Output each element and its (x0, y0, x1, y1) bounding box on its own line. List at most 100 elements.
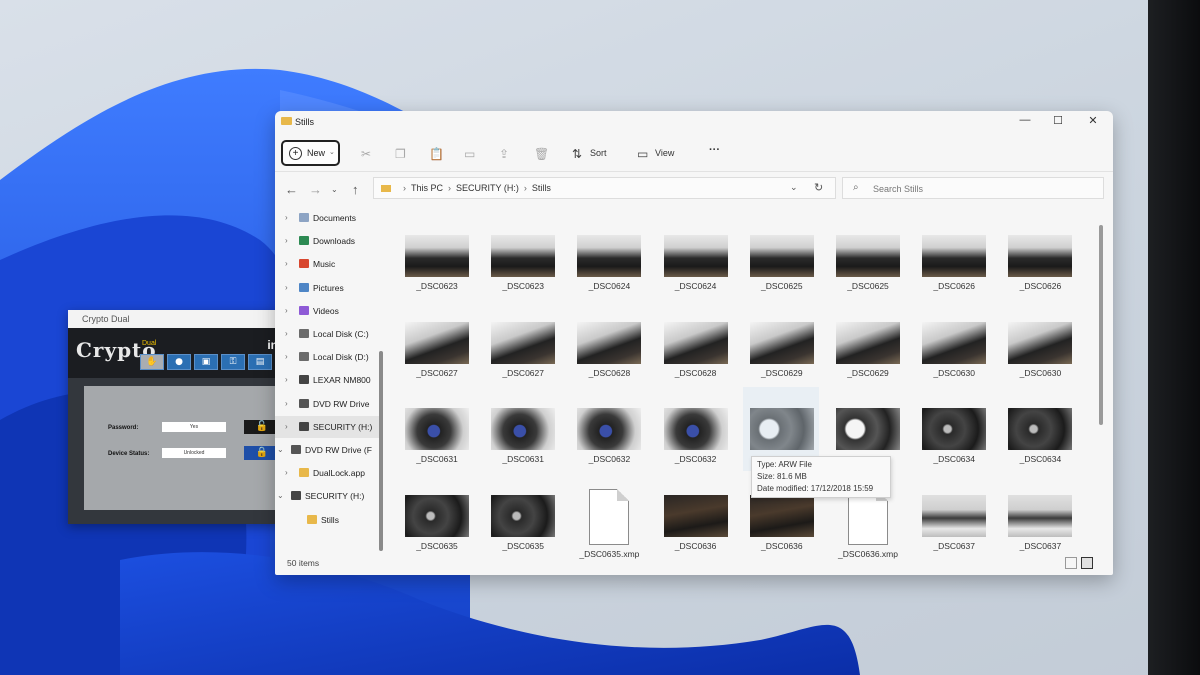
tiles-view-icon[interactable] (1081, 557, 1093, 569)
chevron-down-icon[interactable]: ⌄ (277, 445, 284, 454)
share-icon[interactable]: ⇪ (499, 147, 509, 161)
chevron-right-icon[interactable]: › (285, 306, 288, 315)
photo-thumbnail (491, 235, 556, 277)
breadcrumb: › This PC › SECURITY (H:) › Stills (398, 183, 551, 193)
password-value: Yes (162, 422, 226, 432)
hand-icon[interactable]: ✋ (140, 354, 164, 370)
back-arrow-icon[interactable]: ← (285, 182, 298, 197)
key-icon[interactable]: ⚿ (221, 354, 245, 370)
file-item[interactable]: _DSC0629 (742, 316, 822, 396)
group-icon[interactable]: ● (167, 354, 191, 370)
chevron-right-icon[interactable]: › (285, 236, 288, 245)
file-item[interactable]: _DSC0625 (828, 229, 908, 309)
cut-icon[interactable]: ✂ (361, 147, 371, 161)
forward-arrow-icon[interactable]: → (309, 182, 322, 197)
sidebar-item[interactable]: › Documents (275, 207, 379, 229)
sidebar-item[interactable]: › Pictures (275, 277, 379, 299)
file-item[interactable]: _DSC0625 (742, 229, 822, 309)
breadcrumb-stills[interactable]: Stills (532, 183, 551, 193)
sidebar-item[interactable]: › DVD RW Drive (275, 393, 379, 415)
paste-icon[interactable]: 📋 (429, 147, 444, 161)
view-icon[interactable]: ▭ (637, 147, 648, 161)
chevron-right-icon[interactable]: › (285, 213, 288, 222)
address-bar[interactable]: › This PC › SECURITY (H:) › Stills ⌄ ↻ (373, 177, 836, 199)
chevron-right-icon[interactable]: › (285, 422, 288, 431)
sidebar-item[interactable]: › DualLock.app (275, 462, 379, 484)
file-name: _DSC0628 (588, 367, 631, 378)
file-item[interactable]: _DSC0632 (656, 402, 736, 482)
close-button[interactable]: ✕ (1076, 114, 1110, 130)
file-item[interactable]: _DSC0623 (483, 229, 563, 309)
breadcrumb-security-drive[interactable]: SECURITY (H:) (456, 183, 519, 193)
file-name: _DSC0632 (588, 454, 631, 464)
pictures-icon (299, 282, 309, 292)
file-item[interactable]: _DSC0629 (828, 316, 908, 396)
sidebar-item[interactable]: › SECURITY (H:) (275, 415, 379, 438)
file-item[interactable]: _DSC0624 (569, 229, 649, 309)
sidebar-item[interactable]: ⌄ SECURITY (H:) (275, 485, 379, 507)
explorer-title-bar[interactable]: Stills — ☐ ✕ (275, 111, 1113, 135)
view-button[interactable]: View (655, 148, 674, 158)
photo-thumbnail (836, 321, 900, 364)
file-item[interactable]: _DSC0630 (914, 316, 994, 396)
sidebar-item[interactable]: › Local Disk (C:) (275, 323, 379, 345)
file-item[interactable]: _DSC0623 (397, 229, 477, 309)
sidebar-item[interactable]: ⌄ DVD RW Drive (F (275, 439, 379, 461)
chevron-right-icon[interactable]: › (285, 468, 288, 477)
file-item[interactable]: _DSC0624 (656, 229, 736, 309)
minimize-button[interactable]: — (1008, 114, 1042, 130)
chevron-right-icon[interactable]: › (285, 283, 288, 292)
chevron-right-icon[interactable]: › (285, 399, 288, 408)
file-item[interactable]: _DSC0634 (1000, 402, 1080, 482)
more-button[interactable]: ··· (709, 144, 720, 156)
chevron-down-icon[interactable]: ⌄ (277, 491, 284, 500)
file-item[interactable]: _DSC0631 (397, 402, 477, 482)
drive-icon (299, 352, 309, 362)
chevron-right-icon[interactable]: › (285, 352, 288, 361)
file-item[interactable]: _DSC0626 (914, 229, 994, 309)
chevron-right-icon[interactable]: › (285, 329, 288, 338)
crypto-title-bar[interactable]: Crypto Dual (68, 310, 290, 328)
file-item[interactable]: _DSC0634 (914, 402, 994, 482)
refresh-icon[interactable]: ↻ (814, 181, 823, 194)
sort-button[interactable]: Sort (590, 148, 607, 158)
maximize-button[interactable]: ☐ (1041, 114, 1075, 130)
delete-icon[interactable]: 🗑 (534, 147, 549, 161)
file-name: _DSC0634 (933, 454, 975, 464)
recent-chevron-icon[interactable]: ⌄ (331, 185, 338, 194)
search-box[interactable]: ⌕ Search Stills (842, 177, 1104, 199)
rename-icon[interactable]: ▭ (464, 147, 475, 161)
sidebar-item[interactable]: › Videos (275, 300, 379, 322)
new-button[interactable]: + New ⌄ (281, 140, 340, 166)
sidebar-item[interactable]: › Downloads (275, 230, 379, 252)
file-item[interactable]: _DSC0631 (483, 402, 563, 482)
sidebar-item[interactable]: › Local Disk (D:) (275, 346, 379, 368)
up-arrow-icon[interactable]: ↑ (352, 182, 359, 197)
file-item[interactable]: _DSC0627 (483, 316, 563, 396)
card-icon[interactable]: ▤ (248, 354, 272, 370)
breadcrumb-this-pc[interactable]: This PC (411, 183, 443, 193)
chevron-right-icon[interactable]: › (285, 375, 288, 384)
sidebar-scrollbar[interactable] (379, 351, 383, 551)
address-dropdown-icon[interactable]: ⌄ (790, 182, 798, 193)
sidebar-item[interactable]: › LEXAR NM800 (275, 369, 379, 391)
copy-icon[interactable]: ❐ (395, 147, 406, 161)
sort-icon[interactable]: ⇅ (572, 147, 582, 161)
content-scrollbar[interactable] (1099, 225, 1103, 425)
sidebar-item[interactable]: ›Stills (275, 509, 379, 531)
file-name: _DSC0626 (933, 281, 975, 291)
file-item[interactable]: _DSC0632 (569, 402, 649, 482)
id-card-icon[interactable]: ▣ (194, 354, 218, 370)
file-item[interactable]: _DSC0626 (1000, 229, 1080, 309)
photo-thumbnail (663, 321, 728, 364)
sidebar-item[interactable]: › Music (275, 253, 379, 275)
file-item[interactable]: _DSC0628 (569, 316, 649, 396)
photo-thumbnail (663, 494, 728, 537)
file-item[interactable]: _DSC0628 (656, 316, 736, 396)
chevron-right-icon[interactable]: › (285, 259, 288, 268)
details-view-icon[interactable] (1065, 557, 1077, 569)
photo-thumbnail (1008, 321, 1073, 364)
file-item[interactable]: _DSC0630 (1000, 316, 1080, 396)
file-item[interactable]: _DSC0627 (397, 316, 477, 396)
window-title: Stills (295, 117, 315, 127)
